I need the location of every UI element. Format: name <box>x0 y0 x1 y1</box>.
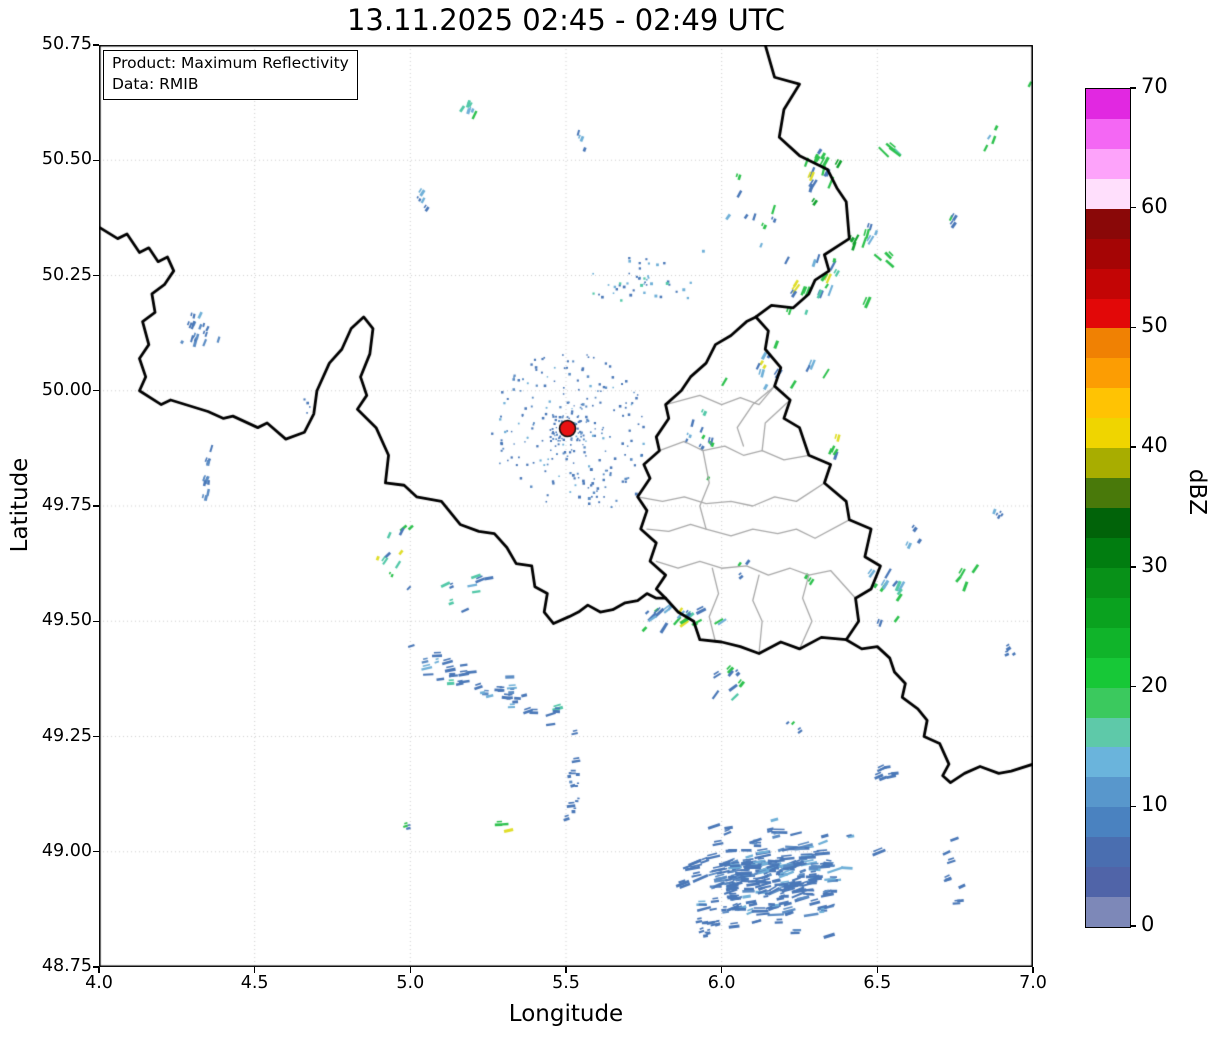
colorbar-segment <box>1086 328 1130 359</box>
colorbar-segment <box>1086 747 1130 778</box>
colorbar-segment <box>1086 806 1130 838</box>
y-tick-mark <box>93 966 99 968</box>
colorbar-tick-mark <box>1130 206 1137 209</box>
x-axis-label: Longitude <box>508 1001 624 1027</box>
colorbar-segment <box>1086 417 1130 449</box>
x-tick-label-6.0: 6.0 <box>707 973 736 993</box>
x-tick-label-6.5: 6.5 <box>863 973 892 993</box>
colorbar-segment <box>1086 896 1130 927</box>
product-info-box: Product: Maximum Reflectivity Data: RMIB <box>103 50 358 100</box>
colorbar-tick-label-60: 60 <box>1141 193 1168 218</box>
colorbar-tick-label-30: 30 <box>1141 552 1168 577</box>
x-tick-mark <box>876 967 879 973</box>
x-tick-mark <box>98 967 100 973</box>
colorbar-segment <box>1086 687 1130 718</box>
colorbar-segment <box>1086 208 1130 239</box>
colorbar-segment <box>1086 597 1130 628</box>
y-tick-label-50.25: 50.25 <box>41 264 92 285</box>
x-tick-label-5.5: 5.5 <box>552 973 580 993</box>
y-tick-mark <box>93 620 99 622</box>
colorbar-segment <box>1086 717 1130 748</box>
y-tick-label-48.75: 48.75 <box>41 956 92 976</box>
colorbar-tick-mark <box>1130 805 1137 808</box>
y-tick-mark <box>93 851 99 853</box>
product-info-line1: Product: Maximum Reflectivity <box>112 54 349 72</box>
colorbar-segment <box>1086 567 1130 598</box>
colorbar-tick-mark <box>1130 326 1137 329</box>
colorbar-segment <box>1086 298 1130 329</box>
radar-map-canvas <box>99 45 1033 967</box>
colorbar-segment <box>1086 537 1130 568</box>
y-tick-label-49.50: 49.50 <box>41 610 92 631</box>
colorbar-segment <box>1086 836 1130 868</box>
colorbar-segment <box>1086 477 1130 508</box>
colorbar-segment <box>1086 387 1130 419</box>
colorbar-segment <box>1086 268 1130 299</box>
y-tick-mark <box>93 274 99 277</box>
y-tick-label-50.00: 50.00 <box>41 379 92 400</box>
colorbar-tick-label-20: 20 <box>1141 672 1168 697</box>
plot-title: 13.11.2025 02:45 - 02:49 UTC <box>346 3 786 37</box>
colorbar-segment <box>1086 178 1130 209</box>
y-tick-label-49.00: 49.00 <box>41 840 92 861</box>
x-tick-label-7.0: 7.0 <box>1019 973 1047 993</box>
colorbar-segment <box>1086 88 1130 119</box>
y-tick-mark <box>93 44 99 46</box>
colorbar-segment <box>1086 357 1130 389</box>
colorbar-segment <box>1086 866 1130 898</box>
y-tick-label-50.50: 50.50 <box>41 149 92 170</box>
colorbar-tick-label-70: 70 <box>1141 74 1168 98</box>
x-tick-mark <box>565 967 567 973</box>
x-tick-mark <box>409 967 412 973</box>
colorbar <box>1085 88 1131 928</box>
x-tick-mark <box>1032 967 1034 973</box>
colorbar-tick-mark <box>1130 446 1137 448</box>
y-tick-label-50.75: 50.75 <box>41 34 92 54</box>
y-tick-labels: 50.75 50.50 50.25 50.00 49.75 49.50 49.25 49.00… <box>0 0 92 1040</box>
colorbar-tick-label-10: 10 <box>1141 792 1168 817</box>
colorbar-tick-label-40: 40 <box>1141 433 1168 458</box>
y-tick-mark <box>93 390 99 392</box>
colorbar-segment <box>1086 118 1130 149</box>
colorbar-segment <box>1086 627 1130 658</box>
colorbar-tick-label-50: 50 <box>1141 313 1168 338</box>
y-tick-mark <box>93 505 99 507</box>
y-tick-label-49.25: 49.25 <box>41 725 92 746</box>
colorbar-tick-mark <box>1130 685 1137 688</box>
colorbar-segment <box>1086 507 1130 538</box>
colorbar-segment <box>1086 776 1130 808</box>
colorbar-tick-label-0: 0 <box>1141 912 1155 936</box>
colorbar-tick-mark <box>1130 566 1137 568</box>
y-tick-label-49.75: 49.75 <box>41 495 92 515</box>
x-tick-mark <box>721 967 723 973</box>
colorbar-tick-mark <box>1130 87 1137 89</box>
colorbar-segment <box>1086 148 1130 179</box>
x-tick-label-4.5: 4.5 <box>240 973 269 993</box>
y-tick-mark <box>93 159 99 161</box>
x-tick-label-5.0: 5.0 <box>396 973 425 993</box>
colorbar-tick-mark <box>1130 925 1137 927</box>
radar-figure-page: { "figure": {"background": "#ffffff"}, "… <box>0 0 1219 1040</box>
x-tick-mark <box>254 967 256 973</box>
product-info-line2: Data: RMIB <box>112 74 199 93</box>
colorbar-axis-label: dBZ <box>1184 468 1210 516</box>
y-tick-mark <box>93 735 99 738</box>
colorbar-segment <box>1086 447 1130 479</box>
colorbar-segment <box>1086 657 1130 688</box>
colorbar-segment <box>1086 238 1130 269</box>
